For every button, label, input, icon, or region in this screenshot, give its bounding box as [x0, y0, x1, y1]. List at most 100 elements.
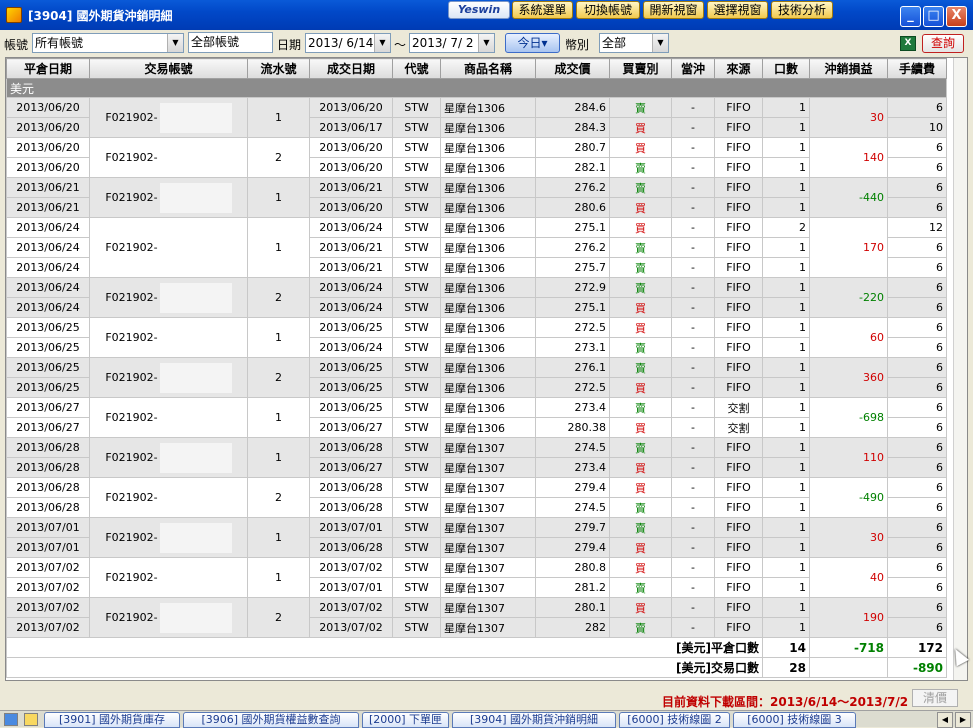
pl-cell: 110: [809, 437, 888, 478]
task-2000[interactable]: [2000] 下單匣: [362, 712, 449, 728]
qty-cell: 1: [762, 497, 810, 518]
date-from-picker[interactable]: 2013/ 6/14 ▼: [305, 33, 391, 53]
task-3904[interactable]: [3904] 國外期貨沖銷明細: [452, 712, 616, 728]
col-header-pl[interactable]: 沖銷損益: [809, 58, 888, 79]
col-header-serial[interactable]: 流水號: [247, 58, 310, 79]
chevron-down-icon[interactable]: ▼: [478, 34, 494, 52]
account-name-field[interactable]: 全部帳號: [188, 32, 273, 53]
table-row[interactable]: 2013/07/02 F021902- 2 2013/07/02 STW 星摩台1307 2…: [6, 597, 947, 638]
account-number: F021902-: [105, 530, 158, 544]
table-row[interactable]: 2013/06/25 F021902- 2 2013/06/25 STW 星摩台1306 2…: [6, 357, 947, 398]
excel-export-icon[interactable]: X: [900, 36, 916, 51]
summary-fee: 172: [887, 637, 947, 658]
daytrade-cell: -: [671, 597, 715, 618]
col-header-daytrade[interactable]: 當沖: [671, 58, 715, 79]
table-row[interactable]: 2013/07/01 F021902- 1 2013/07/01 STW 星摩台1307 2…: [6, 517, 947, 558]
vertical-scrollbar[interactable]: [953, 58, 967, 680]
status-area: 目前資料下載區間：2013/6/14～2013/7/2 清價: [0, 683, 973, 710]
menu-system[interactable]: 系統選單: [512, 1, 573, 19]
table-row[interactable]: 2013/07/02 F021902- 1 2013/07/02 STW 星摩台1307 2…: [6, 557, 947, 598]
folder-icon[interactable]: [24, 713, 38, 726]
code-cell: STW: [392, 377, 441, 398]
date-to-picker[interactable]: 2013/ 7/ 2 ▼: [409, 33, 495, 53]
table-row[interactable]: 2013/06/27 F021902- 1 2013/06/25 STW 星摩台1306 2…: [6, 397, 947, 438]
close-date-cell: 2013/06/28: [6, 457, 90, 478]
price-cell: 275.7: [535, 257, 610, 278]
table-row[interactable]: 2013/06/20 F021902- 2 2013/06/20 STW 星摩台1306 2…: [6, 137, 947, 178]
serial-cell: 2: [247, 477, 310, 518]
table-row[interactable]: 2013/06/20 F021902- 1 2013/06/20 STW 星摩台1306 2…: [6, 97, 947, 138]
side-cell: 賣: [609, 357, 672, 378]
col-header-code[interactable]: 代號: [392, 58, 441, 79]
source-cell: FIFO: [714, 537, 763, 558]
title-bar[interactable]: [3904] 國外期貨沖銷明細 Yeswin 系統選單 切換帳號 開新視窗 選擇…: [0, 0, 973, 30]
menu-new-window[interactable]: 開新視窗: [643, 1, 704, 19]
menu-switch-account[interactable]: 切換帳號: [576, 1, 640, 19]
col-header-price[interactable]: 成交價: [535, 58, 610, 79]
account-cell: F021902-: [89, 97, 248, 138]
fee-cell: 6: [887, 477, 947, 498]
menu-select-window[interactable]: 選擇視窗: [707, 1, 768, 19]
col-header-account[interactable]: 交易帳號: [89, 58, 248, 79]
task-3906[interactable]: [3906] 國外期貨權益數查詢: [183, 712, 359, 728]
col-header-product[interactable]: 商品名稱: [440, 58, 536, 79]
maximize-button[interactable]: □: [923, 6, 944, 27]
yeswin-logo: Yeswin: [448, 1, 510, 19]
product-cell: 星摩台1306: [440, 317, 536, 338]
source-cell: FIFO: [714, 437, 763, 458]
task-6000-3[interactable]: [6000] 技術線圖 3: [733, 712, 856, 728]
pl-cell: 170: [809, 217, 888, 278]
summary-label: [美元]平倉口數: [6, 637, 763, 658]
col-header-qty[interactable]: 口數: [762, 58, 810, 79]
qty-cell: 1: [762, 137, 810, 158]
fee-cell: 6: [887, 357, 947, 378]
today-button[interactable]: 今日▾: [505, 33, 560, 53]
qty-cell: 1: [762, 537, 810, 558]
close-date-cell: 2013/06/20: [6, 137, 90, 158]
fee-cell: 6: [887, 237, 947, 258]
source-cell: FIFO: [714, 597, 763, 618]
side-cell: 賣: [609, 277, 672, 298]
query-button[interactable]: 查詢: [922, 34, 964, 53]
close-button[interactable]: X: [946, 6, 967, 27]
product-cell: 星摩台1306: [440, 397, 536, 418]
task-3901[interactable]: [3901] 國外期貨庫存: [44, 712, 180, 728]
account-select-value: 所有帳號: [35, 36, 84, 50]
daytrade-cell: -: [671, 317, 715, 338]
chevron-down-icon[interactable]: ▼: [652, 34, 668, 52]
offset-detail-grid[interactable]: 平倉日期 交易帳號 流水號 成交日期 代號 商品名稱 成交價 買賣別 當沖 來源 口數 沖銷損益 手續費…: [5, 57, 968, 681]
account-select[interactable]: 所有帳號 ▼: [32, 33, 184, 53]
minimize-button[interactable]: _: [900, 6, 921, 27]
chevron-right-icon[interactable]: ▶: [955, 712, 971, 728]
trade-date-cell: 2013/06/28: [309, 437, 393, 458]
col-header-close-date[interactable]: 平倉日期: [6, 58, 90, 79]
col-header-source[interactable]: 來源: [714, 58, 763, 79]
side-cell: 買: [609, 477, 672, 498]
menu-technical-analysis[interactable]: 技術分析: [771, 1, 833, 19]
currency-select[interactable]: 全部 ▼: [599, 33, 669, 53]
chevron-down-icon[interactable]: ▼: [374, 34, 390, 52]
desktop-icon[interactable]: [4, 713, 18, 726]
task-6000-2[interactable]: [6000] 技術線圖 2: [619, 712, 730, 728]
price-cell: 275.1: [535, 217, 610, 238]
fee-cell: 6: [887, 537, 947, 558]
table-row[interactable]: 2013/06/25 F021902- 1 2013/06/25 STW 星摩台1306 2…: [6, 317, 947, 358]
chevron-left-icon[interactable]: ◀: [937, 712, 953, 728]
side-cell: 賣: [609, 497, 672, 518]
product-cell: 星摩台1306: [440, 377, 536, 398]
col-header-trade-date[interactable]: 成交日期: [309, 58, 393, 79]
table-row[interactable]: 2013/06/21 F021902- 1 2013/06/21 STW 星摩台1306 2…: [6, 177, 947, 218]
clear-button[interactable]: 清價: [912, 689, 958, 707]
col-header-fee[interactable]: 手續費: [887, 58, 947, 79]
chevron-down-icon[interactable]: ▼: [167, 34, 183, 52]
table-row[interactable]: 2013/06/28 F021902- 1 2013/06/28 STW 星摩台1307 2…: [6, 437, 947, 478]
price-cell: 281.2: [535, 577, 610, 598]
table-row[interactable]: 2013/06/24 F021902- 1 2013/06/24 STW 星摩台1306 2…: [6, 217, 947, 278]
app-icon[interactable]: [6, 7, 22, 23]
product-cell: 星摩台1307: [440, 537, 536, 558]
close-date-cell: 2013/07/02: [6, 597, 90, 618]
side-cell: 買: [609, 417, 672, 438]
col-header-side[interactable]: 買賣別: [609, 58, 672, 79]
table-row[interactable]: 2013/06/24 F021902- 2 2013/06/24 STW 星摩台1306 2…: [6, 277, 947, 318]
table-row[interactable]: 2013/06/28 F021902- 2 2013/06/28 STW 星摩台1307 2…: [6, 477, 947, 518]
